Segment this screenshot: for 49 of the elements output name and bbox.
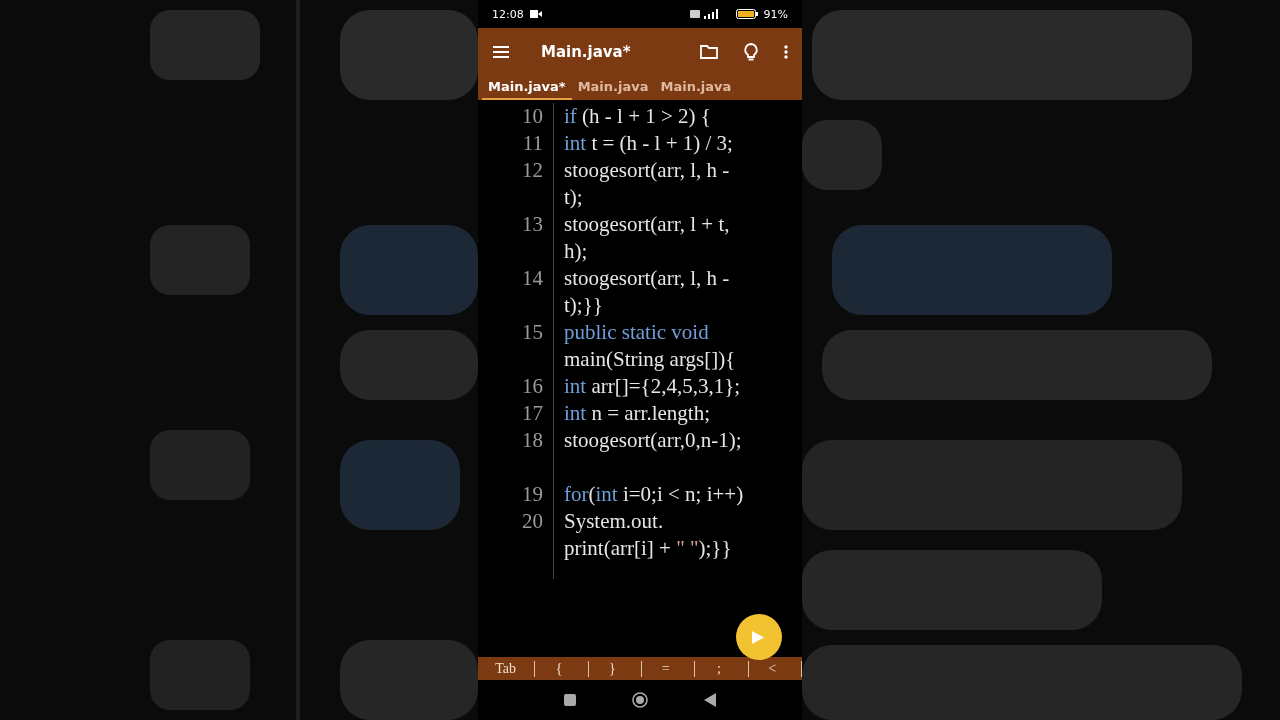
run-button[interactable] [736, 614, 782, 660]
symbol-key[interactable]: { [535, 657, 583, 680]
code-line: t); [564, 184, 584, 211]
home-icon[interactable] [632, 692, 648, 708]
file-tab[interactable]: Main.java [571, 75, 655, 100]
camera-icon [529, 10, 542, 18]
code-line: stoogesort(arr,0,n-1); [564, 427, 742, 454]
line-number: 13 [478, 211, 554, 265]
code-line: main(String args[]){ [564, 346, 736, 373]
code-line: int t = (h - l + 1) / 3; [564, 130, 733, 157]
code-line: h); [564, 238, 589, 265]
status-time: 12:08 [492, 7, 524, 21]
battery-percent: 91% [763, 7, 788, 21]
file-tab[interactable]: Main.java [654, 75, 738, 100]
line-number: 11 [478, 130, 554, 157]
line-number: 15 [478, 319, 554, 373]
line-number: 17 [478, 400, 554, 427]
code-line: System.out. [564, 508, 665, 535]
menu-icon[interactable] [493, 45, 509, 58]
battery-icon [735, 9, 758, 19]
line-number: 12 [478, 157, 554, 211]
line-number: 20 [478, 508, 554, 562]
code-line: if (h - l + 1 > 2) { [564, 103, 711, 130]
symbol-key[interactable]: = [642, 657, 690, 680]
code-line: int arr[]={2,4,5,3,1}; [564, 373, 741, 400]
more-icon[interactable] [784, 44, 788, 59]
code-line: t);}} [564, 292, 604, 319]
folder-icon[interactable] [700, 44, 718, 59]
symbol-key[interactable]: Tab [482, 657, 530, 680]
code-line: stoogesort(arr, l, h - [564, 157, 730, 184]
play-icon [752, 630, 764, 644]
code-line: print(arr[i] + " ");}} [564, 535, 732, 562]
code-line: int n = arr.length; [564, 400, 710, 427]
line-number: 14 [478, 265, 554, 319]
symbol-key[interactable]: < [748, 657, 796, 680]
code-line: stoogesort(arr, l, h - [564, 265, 730, 292]
lightbulb-icon[interactable] [744, 42, 758, 61]
back-icon[interactable] [704, 693, 716, 707]
symbol-key[interactable]: ; [695, 657, 743, 680]
line-number: 18 [478, 427, 554, 481]
line-number: 10 [478, 103, 554, 130]
recents-icon[interactable] [564, 694, 576, 706]
line-number: 16 [478, 373, 554, 400]
file-title: Main.java* [541, 42, 631, 61]
code-line: stoogesort(arr, l + t, [564, 211, 730, 238]
symbol-key[interactable]: } [588, 657, 636, 680]
line-number: 19 [478, 481, 554, 508]
code-line: for(int i=0;i < n; i++) [564, 481, 744, 508]
code-line: public static void [564, 319, 710, 346]
